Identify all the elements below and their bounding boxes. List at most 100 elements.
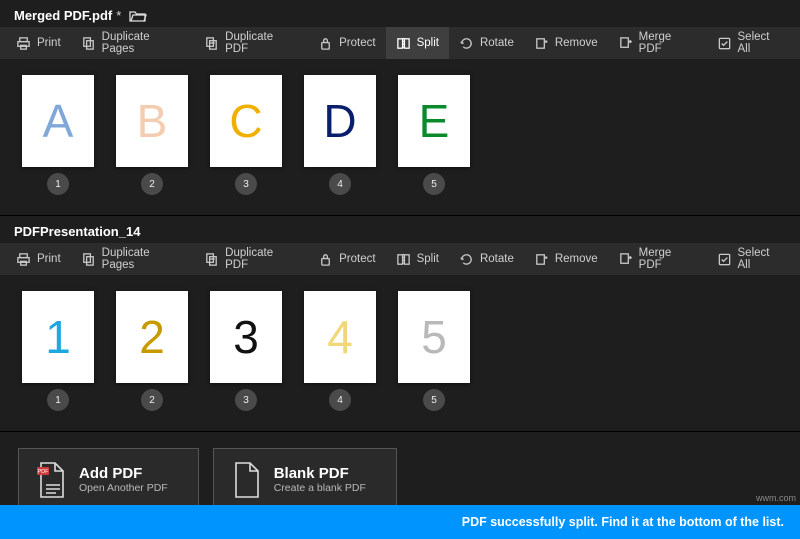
page-number-badge: 4 <box>329 389 351 411</box>
svg-text:PDF: PDF <box>38 469 50 475</box>
split-button[interactable]: Split <box>386 243 449 275</box>
merge-button[interactable]: Merge PDF <box>608 27 707 59</box>
pdf-file-icon: PDF <box>35 461 67 497</box>
page-number-badge: 2 <box>141 389 163 411</box>
page-paper: 4 <box>304 291 376 383</box>
duplicate-page-icon <box>81 252 96 267</box>
page-paper: 3 <box>210 291 282 383</box>
toolbar-label: Duplicate PDF <box>225 247 298 271</box>
toolbar-label: Protect <box>339 253 375 265</box>
toolbar: Print Duplicate Pages Duplicate PDF Protect… <box>0 27 800 59</box>
duplicate-pdf-button[interactable]: Duplicate PDF <box>194 27 308 59</box>
toolbar-label: Protect <box>339 37 375 49</box>
toolbar-label: Duplicate PDF <box>225 31 298 55</box>
duplicate-pages-button[interactable]: Duplicate Pages <box>71 27 194 59</box>
page-thumbnail[interactable]: 44 <box>304 291 376 411</box>
toolbar-label: Duplicate Pages <box>102 31 184 55</box>
page-number-badge: 3 <box>235 173 257 195</box>
page-number-badge: 3 <box>235 389 257 411</box>
page-thumbnail[interactable]: 11 <box>22 291 94 411</box>
pages-row: A1B2C3D4E5 <box>0 59 800 215</box>
protect-button[interactable]: Protect <box>308 243 385 275</box>
checkbox-icon <box>717 36 732 51</box>
page-paper: B <box>116 75 188 167</box>
toolbar-label: Merge PDF <box>639 247 697 271</box>
page-thumbnail[interactable]: C3 <box>210 75 282 195</box>
select-all-button[interactable]: Select All <box>707 27 794 59</box>
page-thumbnail[interactable]: 22 <box>116 291 188 411</box>
watermark-text: wwm.com <box>756 493 796 503</box>
document-title-row: Merged PDF.pdf * <box>0 0 800 27</box>
page-glyph: 1 <box>45 310 71 364</box>
toolbar-label: Rotate <box>480 253 514 265</box>
page-number-badge: 5 <box>423 173 445 195</box>
select-all-button[interactable]: Select All <box>707 243 794 275</box>
toolbar-label: Remove <box>555 253 598 265</box>
toolbar-label: Print <box>37 37 61 49</box>
toolbar-label: Select All <box>738 247 784 271</box>
modified-indicator: * <box>116 8 121 23</box>
page-glyph: C <box>229 94 262 148</box>
page-thumbnail[interactable]: 55 <box>398 291 470 411</box>
duplicate-pdf-button[interactable]: Duplicate PDF <box>194 243 308 275</box>
page-thumbnail[interactable]: 33 <box>210 291 282 411</box>
split-button[interactable]: Split <box>386 27 449 59</box>
blank-pdf-button[interactable]: Blank PDF Create a blank PDF <box>213 448 397 510</box>
status-message: PDF successfully split. Find it at the b… <box>462 515 784 529</box>
page-paper: C <box>210 75 282 167</box>
page-paper: 2 <box>116 291 188 383</box>
folder-open-icon[interactable] <box>129 9 147 23</box>
document-section: PDFPresentation_14 Print Duplicate Pages Du… <box>0 216 800 432</box>
protect-button[interactable]: Protect <box>308 27 385 59</box>
add-pdf-subtitle: Open Another PDF <box>79 482 168 494</box>
blank-pdf-title: Blank PDF <box>274 465 366 482</box>
duplicate-pdf-icon <box>204 36 219 51</box>
page-number-badge: 1 <box>47 389 69 411</box>
remove-icon <box>534 36 549 51</box>
add-pdf-title: Add PDF <box>79 465 168 482</box>
remove-button[interactable]: Remove <box>524 27 608 59</box>
lock-icon <box>318 252 333 267</box>
rotate-button[interactable]: Rotate <box>449 243 524 275</box>
toolbar-label: Rotate <box>480 37 514 49</box>
toolbar-label: Print <box>37 253 61 265</box>
document-title: Merged PDF.pdf <box>14 8 112 23</box>
toolbar-label: Duplicate Pages <box>102 247 184 271</box>
add-pdf-button[interactable]: PDF Add PDF Open Another PDF <box>18 448 199 510</box>
status-bar: PDF successfully split. Find it at the b… <box>0 505 800 539</box>
remove-button[interactable]: Remove <box>524 243 608 275</box>
document-title-row: PDFPresentation_14 <box>0 216 800 243</box>
duplicate-pages-button[interactable]: Duplicate Pages <box>71 243 194 275</box>
print-icon <box>16 36 31 51</box>
split-icon <box>396 36 411 51</box>
toolbar-label: Split <box>417 253 439 265</box>
page-number-badge: 5 <box>423 389 445 411</box>
toolbar-label: Remove <box>555 37 598 49</box>
print-button[interactable]: Print <box>6 243 71 275</box>
print-icon <box>16 252 31 267</box>
page-glyph: B <box>137 94 168 148</box>
page-thumbnail[interactable]: A1 <box>22 75 94 195</box>
checkbox-icon <box>717 252 732 267</box>
split-icon <box>396 252 411 267</box>
page-thumbnail[interactable]: E5 <box>398 75 470 195</box>
rotate-button[interactable]: Rotate <box>449 27 524 59</box>
toolbar-label: Merge PDF <box>639 31 697 55</box>
page-glyph: D <box>323 94 356 148</box>
duplicate-page-icon <box>81 36 96 51</box>
document-title: PDFPresentation_14 <box>14 224 140 239</box>
page-glyph: 4 <box>327 310 353 364</box>
page-paper: D <box>304 75 376 167</box>
page-glyph: A <box>43 94 74 148</box>
lock-icon <box>318 36 333 51</box>
print-button[interactable]: Print <box>6 27 71 59</box>
page-thumbnail[interactable]: B2 <box>116 75 188 195</box>
document-section: Merged PDF.pdf * Print Duplicate Pages Dupli… <box>0 0 800 216</box>
page-glyph: E <box>419 94 450 148</box>
merge-button[interactable]: Merge PDF <box>608 243 707 275</box>
page-number-badge: 4 <box>329 173 351 195</box>
rotate-icon <box>459 36 474 51</box>
rotate-icon <box>459 252 474 267</box>
page-thumbnail[interactable]: D4 <box>304 75 376 195</box>
blank-file-icon <box>230 461 262 497</box>
